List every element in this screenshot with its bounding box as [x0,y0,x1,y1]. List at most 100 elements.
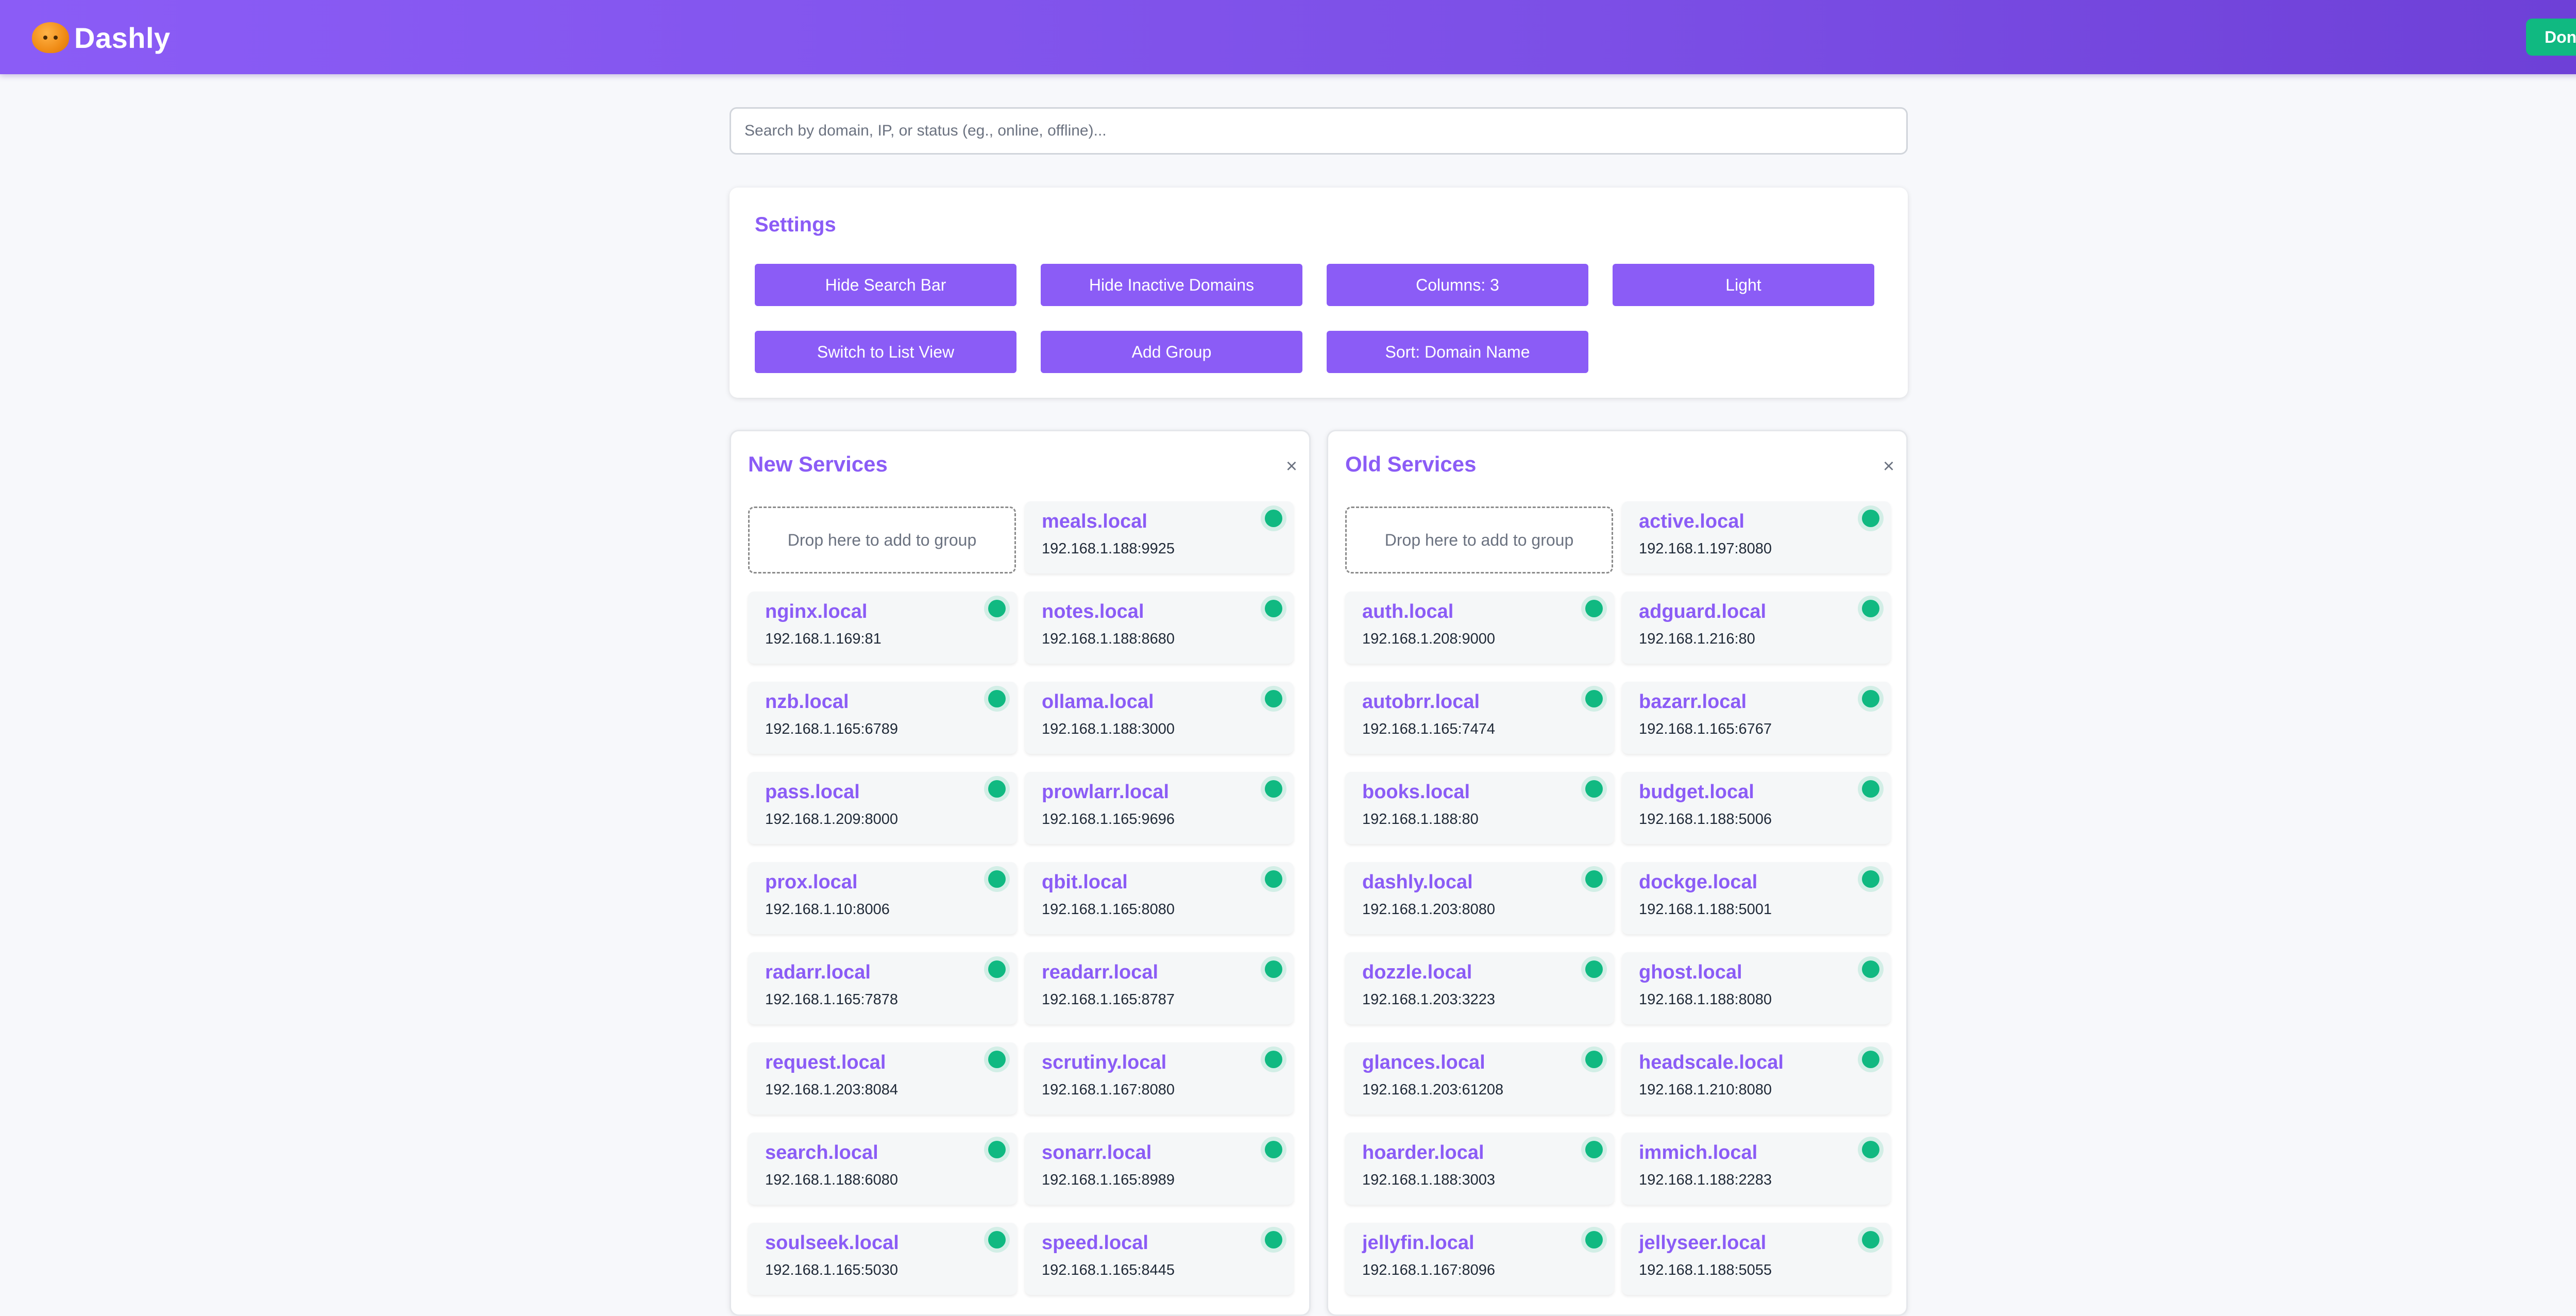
service-card[interactable]: pass.local 192.168.1.209:8000 [748,772,1017,844]
service-name[interactable]: ollama.local [1042,691,1154,713]
status-online-icon [1862,510,1879,527]
service-address: 192.168.1.188:8680 [1042,631,1175,647]
service-name[interactable]: sonarr.local [1042,1142,1151,1164]
service-card[interactable]: meals.local 192.168.1.188:9925 [1025,501,1294,573]
status-online-icon [1265,1141,1282,1158]
service-name[interactable]: pass.local [765,781,860,803]
service-name[interactable]: dashly.local [1362,871,1473,893]
service-address: 192.168.1.203:8084 [765,1082,899,1098]
service-address: 192.168.1.210:8080 [1639,1082,1772,1098]
service-card[interactable]: autobrr.local 192.168.1.165:7474 [1345,682,1614,754]
brand[interactable]: Dashly [32,20,171,56]
service-name[interactable]: readarr.local [1042,961,1158,984]
settings-panel: Settings Hide Search Bar Hide Inactive D… [730,188,1908,398]
service-card[interactable]: qbit.local 192.168.1.165:8080 [1025,862,1294,934]
service-name[interactable]: immich.local [1639,1142,1757,1164]
service-name[interactable]: radarr.local [765,961,871,984]
service-name[interactable]: ghost.local [1639,961,1742,984]
service-address: 192.168.1.165:8989 [1042,1172,1175,1188]
service-card[interactable]: readarr.local 192.168.1.165:8787 [1025,952,1294,1024]
service-card[interactable]: ghost.local 192.168.1.188:8080 [1622,952,1891,1024]
service-name[interactable]: meals.local [1042,511,1147,533]
service-name[interactable]: books.local [1362,781,1470,803]
drop-zone[interactable]: Drop here to add to group [1345,507,1613,573]
status-online-icon [1265,780,1282,798]
hide-inactive-domains-button[interactable]: Hide Inactive Domains [1041,264,1302,306]
sort-button[interactable]: Sort: Domain Name [1327,331,1588,373]
service-card[interactable]: sonarr.local 192.168.1.165:8989 [1025,1133,1294,1205]
service-card[interactable]: dockge.local 192.168.1.188:5001 [1622,862,1891,934]
service-name[interactable]: speed.local [1042,1232,1148,1254]
service-name[interactable]: autobrr.local [1362,691,1480,713]
service-name[interactable]: nzb.local [765,691,849,713]
service-name[interactable]: prowlarr.local [1042,781,1169,803]
service-card[interactable]: jellyfin.local 192.168.1.167:8096 [1345,1223,1614,1295]
service-name[interactable]: dockge.local [1639,871,1757,893]
service-address: 192.168.1.188:9925 [1042,541,1175,557]
service-card[interactable]: glances.local 192.168.1.203:61208 [1345,1042,1614,1115]
service-card[interactable]: nzb.local 192.168.1.165:6789 [748,682,1017,754]
service-card[interactable]: headscale.local 192.168.1.210:8080 [1622,1042,1891,1115]
service-name[interactable]: request.local [765,1052,886,1074]
search-input[interactable] [730,107,1908,155]
service-address: 192.168.1.197:8080 [1639,541,1772,557]
service-card[interactable]: adguard.local 192.168.1.216:80 [1622,592,1891,664]
service-card[interactable]: ollama.local 192.168.1.188:3000 [1025,682,1294,754]
close-icon[interactable]: × [1282,456,1301,477]
service-name[interactable]: active.local [1639,511,1744,533]
service-card[interactable]: books.local 192.168.1.188:80 [1345,772,1614,844]
service-card[interactable]: active.local 192.168.1.197:8080 [1622,501,1891,573]
service-name[interactable]: notes.local [1042,601,1144,623]
service-name[interactable]: headscale.local [1639,1052,1784,1074]
service-name[interactable]: jellyseer.local [1639,1232,1766,1254]
add-group-button[interactable]: Add Group [1041,331,1302,373]
service-card[interactable]: dozzle.local 192.168.1.203:3223 [1345,952,1614,1024]
service-name[interactable]: bazarr.local [1639,691,1747,713]
hide-search-bar-button[interactable]: Hide Search Bar [755,264,1016,306]
service-card[interactable]: jellyseer.local 192.168.1.188:5055 [1622,1223,1891,1295]
service-name[interactable]: prox.local [765,871,858,893]
service-card[interactable]: hoarder.local 192.168.1.188:3003 [1345,1133,1614,1205]
service-name[interactable]: soulseek.local [765,1232,899,1254]
service-address: 192.168.1.188:8080 [1639,991,1772,1008]
drop-zone[interactable]: Drop here to add to group [748,507,1016,573]
switch-to-list-view-button[interactable]: Switch to List View [755,331,1016,373]
service-card[interactable]: immich.local 192.168.1.188:2283 [1622,1133,1891,1205]
service-address: 192.168.1.167:8096 [1362,1262,1496,1278]
service-card[interactable]: search.local 192.168.1.188:6080 [748,1133,1017,1205]
service-name[interactable]: qbit.local [1042,871,1128,893]
close-icon[interactable]: × [1879,456,1898,477]
service-card[interactable]: prox.local 192.168.1.10:8006 [748,862,1017,934]
status-online-icon [1862,870,1879,888]
done-button[interactable]: Done [2526,19,2576,56]
service-name[interactable]: glances.local [1362,1052,1485,1074]
status-online-icon [1265,510,1282,527]
service-address: 192.168.1.203:61208 [1362,1082,1504,1098]
service-card[interactable]: request.local 192.168.1.203:8084 [748,1042,1017,1115]
service-card[interactable]: prowlarr.local 192.168.1.165:9696 [1025,772,1294,844]
service-card[interactable]: scrutiny.local 192.168.1.167:8080 [1025,1042,1294,1115]
service-name[interactable]: hoarder.local [1362,1142,1484,1164]
service-card[interactable]: nginx.local 192.168.1.169:81 [748,592,1017,664]
service-name[interactable]: dozzle.local [1362,961,1472,984]
service-name[interactable]: scrutiny.local [1042,1052,1166,1074]
status-online-icon [988,690,1006,707]
service-card[interactable]: radarr.local 192.168.1.165:7878 [748,952,1017,1024]
theme-toggle-button[interactable]: Light [1613,264,1874,306]
columns-button[interactable]: Columns: 3 [1327,264,1588,306]
service-card[interactable]: auth.local 192.168.1.208:9000 [1345,592,1614,664]
service-name[interactable]: nginx.local [765,601,867,623]
service-name[interactable]: jellyfin.local [1362,1232,1475,1254]
service-card[interactable]: notes.local 192.168.1.188:8680 [1025,592,1294,664]
service-name[interactable]: auth.local [1362,601,1453,623]
service-card[interactable]: bazarr.local 192.168.1.165:6767 [1622,682,1891,754]
service-card[interactable]: soulseek.local 192.168.1.165:5030 [748,1223,1017,1295]
service-card[interactable]: dashly.local 192.168.1.203:8080 [1345,862,1614,934]
settings-title: Settings [755,213,836,236]
service-name[interactable]: adguard.local [1639,601,1766,623]
status-online-icon [1862,780,1879,798]
service-card[interactable]: budget.local 192.168.1.188:5006 [1622,772,1891,844]
service-name[interactable]: search.local [765,1142,878,1164]
service-card[interactable]: speed.local 192.168.1.165:8445 [1025,1223,1294,1295]
service-name[interactable]: budget.local [1639,781,1754,803]
